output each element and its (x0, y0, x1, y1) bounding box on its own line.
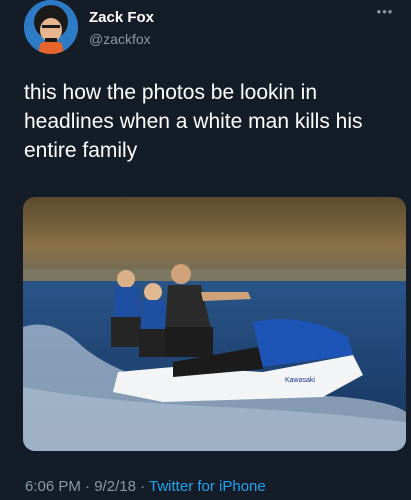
user-handle[interactable]: @zackfox (89, 31, 151, 47)
tweet-date[interactable]: 9/2/18 (94, 478, 136, 495)
more-options-icon[interactable]: ••• (373, 4, 397, 20)
tweet-time[interactable]: 6:06 PM (25, 478, 81, 495)
tweet-photo[interactable]: Kawasaki (23, 197, 406, 451)
svg-text:Kawasaki: Kawasaki (285, 377, 315, 384)
meta-separator: · (85, 478, 91, 495)
display-name[interactable]: Zack Fox (89, 9, 154, 26)
photo-jetski: Kawasaki (23, 197, 406, 451)
meta-separator: · (140, 478, 146, 495)
avatar[interactable] (24, 0, 78, 54)
tweet-meta: 6:06 PM · 9/2/18 · Twitter for iPhone (25, 478, 266, 495)
tweet-source-link[interactable]: Twitter for iPhone (149, 478, 266, 495)
tweet-text: this how the photos be lookin in headlin… (24, 81, 363, 162)
avatar-image (24, 0, 78, 54)
tweet: Zack Fox @zackfox ••• this how the photo… (0, 0, 411, 500)
